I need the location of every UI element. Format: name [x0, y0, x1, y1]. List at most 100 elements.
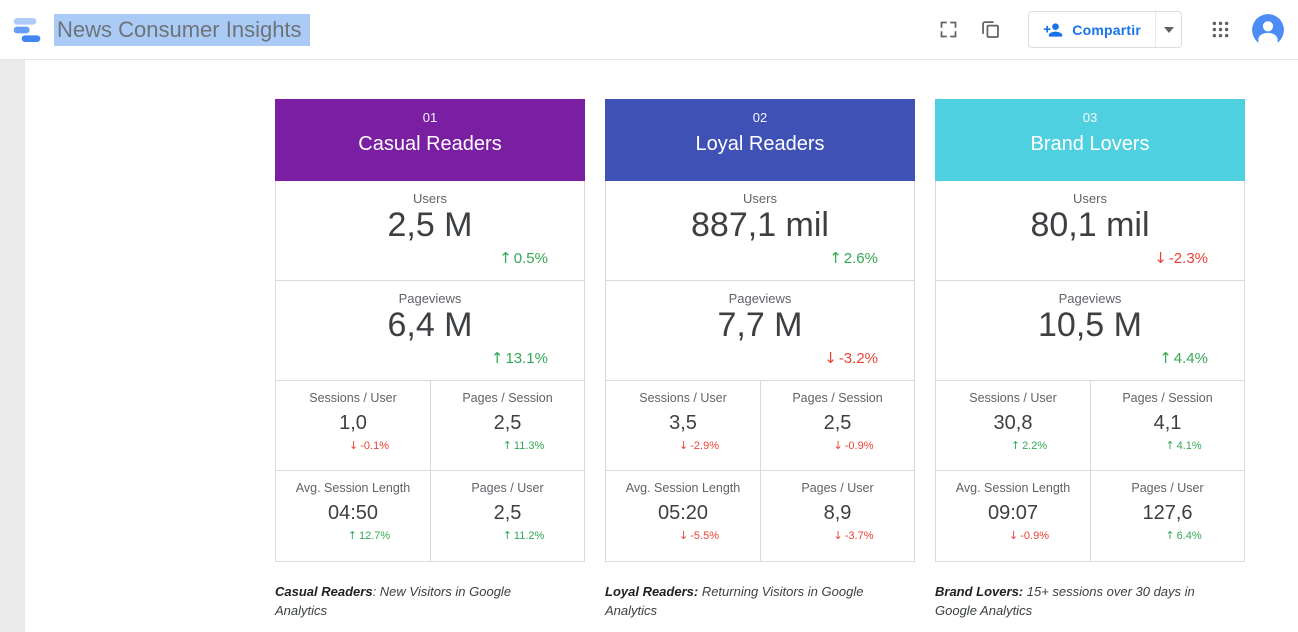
metric-value: 05:20 — [606, 502, 760, 525]
trend-down-icon — [679, 439, 688, 452]
metric-delta: -2.3% — [1154, 249, 1208, 267]
metric-label: Pages / Session — [1091, 381, 1244, 405]
chevron-down-icon — [1164, 27, 1174, 33]
apps-grid-icon[interactable] — [1208, 18, 1232, 42]
pages-per-session-cell: Pages / Session 4,1 4.1% — [1090, 381, 1244, 470]
metric-label: Pageviews — [276, 281, 584, 306]
pages-per-session-cell: Pages / Session 2,5 11.3% — [430, 381, 584, 470]
metric-value: 2,5 — [761, 412, 914, 435]
trend-up-icon — [1165, 439, 1174, 452]
avg-session-length-cell: Avg. Session Length 04:50 12.7% — [276, 471, 430, 561]
metric-value: 2,5 — [431, 502, 584, 525]
metric-delta: 4.4% — [1159, 349, 1208, 367]
metric-delta: 2.2% — [936, 439, 1090, 452]
metrics-row: Sessions / User 3,5 -2.9% Pages / Sessio… — [606, 381, 914, 471]
scorecard-loyal-readers: 02 Loyal Readers Users 887,1 mil 2.6% Pa… — [605, 99, 915, 562]
share-dropdown-caret[interactable] — [1155, 12, 1181, 47]
scorecard-body: Users 887,1 mil 2.6% Pageviews 7,7 M -3.… — [605, 181, 915, 562]
metrics-row: Avg. Session Length 04:50 12.7% Pages / … — [276, 471, 584, 561]
share-button: Compartir — [1028, 11, 1182, 48]
metric-value: 30,8 — [936, 412, 1090, 435]
sessions-per-user-cell: Sessions / User 3,5 -2.9% — [606, 381, 760, 470]
metric-value: 4,1 — [1091, 412, 1244, 435]
fullscreen-icon[interactable] — [936, 18, 960, 42]
metrics-row: Avg. Session Length 09:07 -0.9% Pages / … — [936, 471, 1244, 561]
metric-value: 7,7 M — [606, 307, 914, 344]
metric-delta: 11.2% — [431, 529, 584, 542]
metric-label: Users — [936, 181, 1244, 206]
trend-up-icon — [503, 439, 512, 452]
metric-label: Pages / Session — [431, 381, 584, 405]
metric-value: 6,4 M — [276, 307, 584, 344]
metric-label: Pages / User — [431, 471, 584, 495]
segment-header-brand: 03 Brand Lovers — [935, 99, 1245, 181]
trend-down-icon — [679, 529, 688, 542]
metric-value: 2,5 — [431, 412, 584, 435]
users-scorecard: Users 80,1 mil -2.3% — [936, 181, 1244, 281]
report-title[interactable]: News Consumer Insights — [54, 14, 310, 46]
metrics-row: Avg. Session Length 05:20 -5.5% Pages / … — [606, 471, 914, 561]
metric-delta: 0.5% — [499, 249, 548, 267]
metric-value: 10,5 M — [936, 307, 1244, 344]
segment-number: 03 — [935, 99, 1245, 125]
metric-delta: 11.3% — [431, 439, 584, 452]
metric-delta: -3.2% — [824, 349, 878, 367]
trend-down-icon — [834, 439, 843, 452]
footnote-casual-readers: Casual Readers: New Visitors in Google A… — [275, 582, 537, 620]
metric-label: Avg. Session Length — [606, 471, 760, 495]
metric-delta: 12.7% — [276, 529, 430, 542]
metric-delta: -0.1% — [276, 439, 430, 452]
share-button-main[interactable]: Compartir — [1029, 12, 1155, 47]
footnote-term: Casual Readers — [275, 584, 373, 599]
metric-label: Users — [606, 181, 914, 206]
pages-per-user-cell: Pages / User 2,5 11.2% — [430, 471, 584, 561]
user-avatar[interactable] — [1252, 14, 1284, 46]
metric-label: Pages / User — [1091, 471, 1244, 495]
metric-value: 2,5 M — [276, 207, 584, 244]
trend-down-icon — [1154, 249, 1167, 267]
trend-up-icon — [1165, 529, 1174, 542]
metric-label: Pages / User — [761, 471, 914, 495]
person-add-icon — [1043, 20, 1063, 40]
pageviews-scorecard: Pageviews 7,7 M -3.2% — [606, 281, 914, 381]
metric-value: 1,0 — [276, 412, 430, 435]
top-app-bar: News Consumer Insights Compartir — [0, 0, 1298, 60]
scorecard-body: Users 2,5 M 0.5% Pageviews 6,4 M 13.1% S… — [275, 181, 585, 562]
metric-value: 3,5 — [606, 412, 760, 435]
trend-up-icon — [829, 249, 842, 267]
metric-label: Pages / Session — [761, 381, 914, 405]
metric-value: 127,6 — [1091, 502, 1244, 525]
trend-up-icon — [499, 249, 512, 267]
metric-value: 887,1 mil — [606, 207, 914, 244]
data-studio-logo-icon[interactable] — [10, 13, 44, 47]
canvas-left-gutter — [0, 60, 25, 632]
report-canvas: News Consumer Insights Compartir — [0, 0, 1298, 632]
metrics-row: Sessions / User 1,0 -0.1% Pages / Sessio… — [276, 381, 584, 471]
trend-up-icon — [1159, 349, 1172, 367]
trend-down-icon — [349, 439, 358, 452]
sessions-per-user-cell: Sessions / User 30,8 2.2% — [936, 381, 1090, 470]
metrics-row: Sessions / User 30,8 2.2% Pages / Sessio… — [936, 381, 1244, 471]
segment-number: 01 — [275, 99, 585, 125]
metric-label: Sessions / User — [936, 381, 1090, 405]
footnote-term: Brand Lovers: — [935, 584, 1023, 599]
scorecard-body: Users 80,1 mil -2.3% Pageviews 10,5 M 4.… — [935, 181, 1245, 562]
metric-label: Users — [276, 181, 584, 206]
scorecard-brand-lovers: 03 Brand Lovers Users 80,1 mil -2.3% Pag… — [935, 99, 1245, 562]
metric-delta: 4.1% — [1091, 439, 1244, 452]
metric-value: 09:07 — [936, 502, 1090, 525]
trend-up-icon — [503, 529, 512, 542]
metric-value: 8,9 — [761, 502, 914, 525]
copy-icon[interactable] — [978, 18, 1002, 42]
segment-header-loyal: 02 Loyal Readers — [605, 99, 915, 181]
metric-delta: 6.4% — [1091, 529, 1244, 542]
metric-label: Avg. Session Length — [276, 471, 430, 495]
segment-name: Brand Lovers — [935, 133, 1245, 156]
metric-delta: -3.7% — [761, 529, 914, 542]
users-scorecard: Users 887,1 mil 2.6% — [606, 181, 914, 281]
trend-up-icon — [1011, 439, 1020, 452]
trend-up-icon — [348, 529, 357, 542]
scorecard-casual-readers: 01 Casual Readers Users 2,5 M 0.5% Pagev… — [275, 99, 585, 562]
trend-down-icon — [824, 349, 837, 367]
metric-delta: -0.9% — [761, 439, 914, 452]
